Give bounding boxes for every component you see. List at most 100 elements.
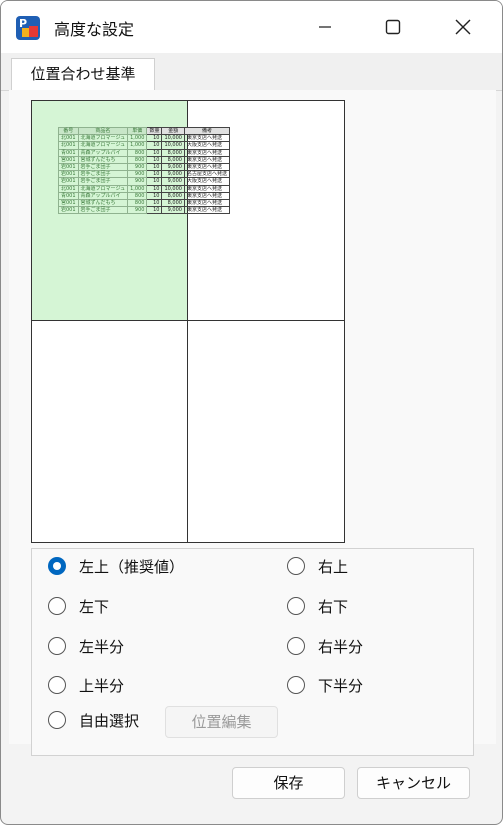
option-right-half-label: 右半分 bbox=[318, 638, 364, 656]
preview-table-cell: 岩001 bbox=[58, 170, 79, 179]
preview-table-cell: 8,000 bbox=[161, 191, 185, 201]
preview-table-cell: 岩手ごま団子 bbox=[77, 177, 129, 186]
preview-table-cell: 東京支店へ発送 bbox=[183, 206, 230, 215]
option-bottom-right-label: 右下 bbox=[318, 598, 349, 616]
dialog-window: P 高度な設定 位置合わせ基準 番号 商品名 単価 数量 金額 備考 北001 北海道フロマ… bbox=[0, 0, 503, 825]
radio-bottom-right[interactable] bbox=[287, 597, 305, 615]
maximize-button[interactable] bbox=[359, 1, 427, 53]
option-top-left-label: 左上（推奨値） bbox=[79, 558, 185, 576]
preview-table-cell: 岩手ごま団子 bbox=[77, 170, 129, 179]
preview-table-row: 北001 北海道フロマージュ 1,000 10 10,000 東京支店へ発送 bbox=[58, 134, 230, 143]
preview-table-cell: 北001 bbox=[58, 141, 79, 150]
preview-table-cell: 青森アップルパイ bbox=[77, 148, 129, 157]
preview-header-cell: 番号 bbox=[58, 126, 79, 136]
preview-table-cell: 9,000 bbox=[161, 163, 185, 172]
option-bottom-left-label: 左下 bbox=[79, 598, 110, 616]
preview-table-cell: 10 bbox=[146, 177, 163, 186]
preview-table-row: 岩001 岩手ごま団子 900 10 9,000 東京支店へ発送 bbox=[58, 206, 230, 215]
preview-table-row: 北001 北海道フロマージュ 1,000 10 10,000 東京支店へ発送 bbox=[58, 184, 230, 193]
minimize-button[interactable] bbox=[291, 1, 359, 53]
option-left-half-label: 左半分 bbox=[79, 638, 125, 656]
preview-table-cell: 東京支店へ発送 bbox=[183, 134, 230, 143]
preview-table-cell: 1,000 bbox=[127, 134, 148, 143]
preview-table-cell: 10,000 bbox=[161, 184, 185, 193]
preview-table-cell: 宮001 bbox=[58, 199, 79, 208]
preview-table: 番号 商品名 単価 数量 金額 備考 北001 北海道フロマージュ 1,000 10 10,000… bbox=[58, 126, 230, 215]
preview-table-cell: 青001 bbox=[58, 191, 79, 201]
preview-table-cell: 10,000 bbox=[161, 141, 185, 150]
preview-table-row: 宮001 宮城ずんだもち 800 10 8,000 東京支店へ発送 bbox=[58, 155, 230, 165]
preview-table-cell: 900 bbox=[127, 206, 148, 215]
preview-table-cell: 900 bbox=[127, 177, 148, 186]
preview-table-cell: 東京支店へ発送 bbox=[183, 191, 230, 201]
cancel-button[interactable]: キャンセル bbox=[357, 767, 470, 799]
preview-table-cell: 9,000 bbox=[161, 206, 185, 215]
radio-top-right[interactable] bbox=[287, 557, 305, 575]
minimize-icon bbox=[319, 26, 331, 28]
preview-table-cell: 青森アップルパイ bbox=[77, 191, 129, 201]
preview-table-cell: 900 bbox=[127, 170, 148, 179]
preview-table-cell: 宮城ずんだもち bbox=[77, 155, 129, 165]
save-button[interactable]: 保存 bbox=[232, 767, 345, 799]
preview-table-cell: 岩手ごま団子 bbox=[77, 163, 129, 172]
page-divider-horizontal bbox=[32, 320, 344, 321]
preview-header-cell: 備考 bbox=[183, 126, 230, 136]
preview-table-cell: 9,000 bbox=[161, 177, 185, 186]
option-top-right-label: 右上 bbox=[318, 558, 349, 576]
preview-table-cell: 岩001 bbox=[58, 163, 79, 172]
preview-table-cell: 北001 bbox=[58, 184, 79, 193]
tab-alignment-basis[interactable]: 位置合わせ基準 bbox=[11, 58, 155, 91]
edit-position-button[interactable]: 位置編集 bbox=[165, 706, 278, 738]
preview-table-cell: 10 bbox=[146, 163, 163, 172]
option-bottom-half-label: 下半分 bbox=[318, 677, 364, 695]
preview-table-cell: 10 bbox=[146, 155, 163, 165]
window-title: 高度な設定 bbox=[54, 20, 135, 39]
radio-top-left[interactable] bbox=[48, 557, 66, 575]
preview-table-cell: 宮城ずんだもち bbox=[77, 199, 129, 208]
preview-table-row: 岩001 岩手ごま団子 900 10 9,000 大阪支店へ発送 bbox=[58, 177, 230, 186]
preview-table-cell: 900 bbox=[127, 163, 148, 172]
preview-table-row: 岩001 岩手ごま団子 900 10 9,000 東京支店へ発送 bbox=[58, 163, 230, 172]
preview-table-row: 青001 青森アップルパイ 800 10 8,000 東京支店へ発送 bbox=[58, 148, 230, 157]
preview-table-cell: 800 bbox=[127, 155, 148, 165]
preview-table-cell: 岩001 bbox=[58, 206, 79, 215]
preview-table-cell: 岩手ごま団子 bbox=[77, 206, 129, 215]
maximize-icon bbox=[385, 19, 401, 35]
preview-table-cell: 10 bbox=[146, 134, 163, 143]
preview-table-cell: 東京支店へ発送 bbox=[183, 163, 230, 172]
radio-free-select[interactable] bbox=[48, 711, 66, 729]
preview-table-cell: 8,000 bbox=[161, 199, 185, 208]
option-top-half-label: 上半分 bbox=[79, 677, 125, 695]
preview-table-cell: 1,000 bbox=[127, 184, 148, 193]
close-icon bbox=[455, 19, 471, 35]
app-icon: P bbox=[16, 16, 40, 40]
preview-table-cell: 名古屋支店へ発送 bbox=[183, 170, 230, 179]
preview-table-cell: 10 bbox=[146, 141, 163, 150]
preview-table-cell: 北001 bbox=[58, 134, 79, 143]
preview-table-cell: 10,000 bbox=[161, 134, 185, 143]
preview-table-cell: 青001 bbox=[58, 148, 79, 157]
close-button[interactable] bbox=[429, 1, 497, 53]
preview-table-cell: 10 bbox=[146, 206, 163, 215]
preview-table-row: 宮001 宮城ずんだもち 800 10 8,000 東京支店へ発送 bbox=[58, 199, 230, 208]
preview-table-cell: 800 bbox=[127, 191, 148, 201]
preview-table-cell: 北海道フロマージュ bbox=[77, 184, 129, 193]
radio-top-half[interactable] bbox=[48, 676, 66, 694]
preview-table-cell: 10 bbox=[146, 148, 163, 157]
preview-table-cell: 北海道フロマージュ bbox=[77, 141, 129, 150]
preview-header-cell: 金額 bbox=[161, 126, 185, 136]
preview-header-cell: 数量 bbox=[146, 126, 163, 136]
preview-header-cell: 商品名 bbox=[77, 126, 129, 136]
alignment-options: 左上（推奨値） 右上 左下 右下 左半分 右半分 上半分 下半分 自由選択 位置… bbox=[31, 548, 474, 756]
preview-table-cell: 大阪支店へ発送 bbox=[183, 141, 230, 150]
radio-right-half[interactable] bbox=[287, 637, 305, 655]
preview-table-cell: 800 bbox=[127, 148, 148, 157]
radio-bottom-left[interactable] bbox=[48, 597, 66, 615]
preview-table-cell: 9,000 bbox=[161, 170, 185, 179]
radio-bottom-half[interactable] bbox=[287, 676, 305, 694]
tab-bar: 位置合わせ基準 bbox=[1, 53, 502, 91]
radio-left-half[interactable] bbox=[48, 637, 66, 655]
preview-table-cell: 東京支店へ発送 bbox=[183, 155, 230, 165]
preview-table-cell: 東京支店へ発送 bbox=[183, 148, 230, 157]
preview-table-cell: 1,000 bbox=[127, 141, 148, 150]
